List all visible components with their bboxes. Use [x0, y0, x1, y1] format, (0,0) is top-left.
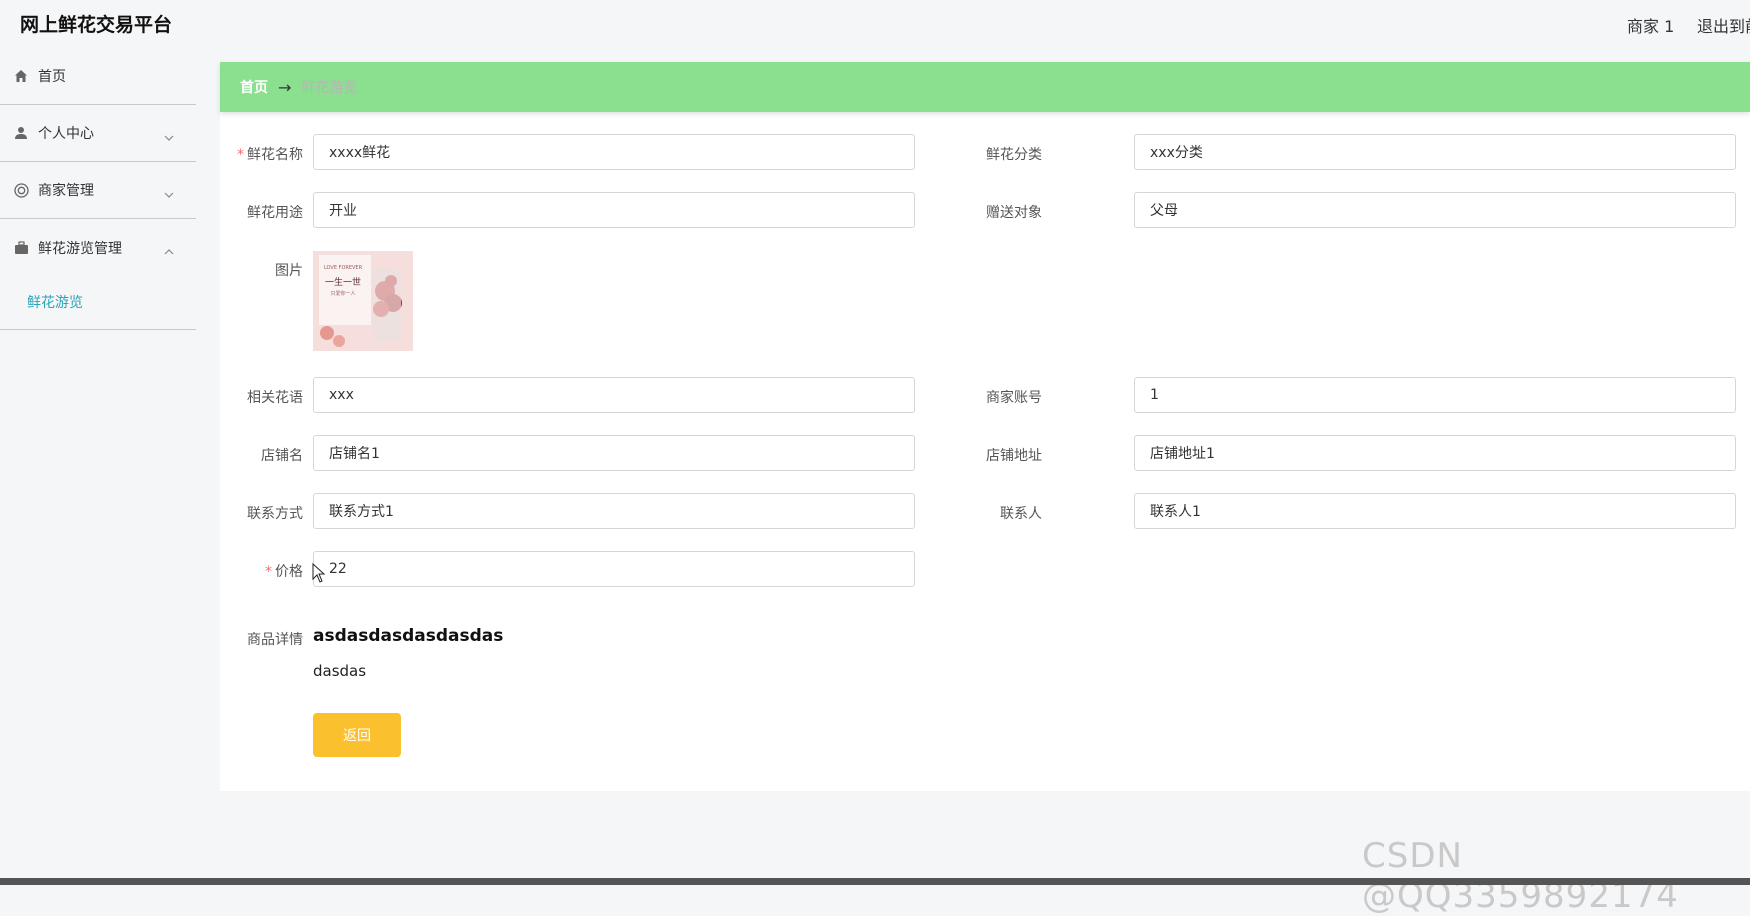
breadcrumb: 首页 → 鲜花游览	[220, 62, 1750, 112]
flower-category-field[interactable]: xxx分类	[1134, 134, 1736, 170]
flower-use-field[interactable]: 开业	[313, 192, 915, 228]
app-title: 网上鲜花交易平台	[20, 14, 173, 36]
mouse-cursor-icon	[312, 562, 326, 587]
chevron-down-icon	[164, 127, 174, 146]
required-mark: *	[265, 564, 272, 580]
chevron-down-icon	[164, 184, 174, 203]
details-body: dasdas	[313, 662, 367, 680]
breadcrumb-home[interactable]: 首页	[240, 77, 268, 97]
image-text-sub: 只爱你一人	[330, 290, 355, 297]
user-icon	[12, 124, 30, 142]
contact-field[interactable]: 联系方式1	[313, 493, 915, 529]
gift-target-field[interactable]: 父母	[1134, 192, 1736, 228]
merchant-account-field[interactable]: 1	[1134, 377, 1736, 413]
sidebar-item-label: 个人中心	[38, 126, 94, 142]
image-label: 图片	[275, 263, 303, 279]
bottom-bar	[0, 878, 1750, 885]
flower-image[interactable]: LOVE FOREVER 一生一世 只爱你一人	[313, 251, 413, 351]
sidebar: 首页 个人中心 商家管理 鲜花游览管理 鲜花游览	[0, 48, 196, 878]
merchant-account-label: 商家账号	[986, 390, 1042, 406]
sidebar-item-merchant-management[interactable]: 商家管理	[0, 162, 196, 219]
flower-use-label: 鲜花用途	[247, 205, 303, 221]
flower-language-field[interactable]: xxx	[313, 377, 915, 413]
shop-name-field[interactable]: 店铺名1	[313, 435, 915, 471]
details-heading: asdasdasdasdasdas	[313, 626, 504, 646]
flower-name-label: * 鲜花名称	[237, 147, 303, 163]
shop-name-label: 店铺名	[261, 448, 303, 464]
breadcrumb-current: 鲜花游览	[301, 80, 358, 96]
sidebar-item-label: 商家管理	[38, 183, 94, 199]
price-label: * 价格	[265, 564, 303, 580]
shop-address-label: 店铺地址	[986, 448, 1042, 464]
sidebar-item-label: 首页	[38, 69, 66, 85]
submenu-flower-browse: 鲜花游览	[0, 276, 196, 330]
watermark: CSDN @QQ3359892174	[1362, 836, 1679, 916]
sidebar-item-personal-center[interactable]: 个人中心	[0, 105, 196, 162]
required-mark: *	[237, 147, 244, 163]
briefcase-icon	[12, 239, 30, 257]
main-panel: 首页 → 鲜花游览 * 鲜花名称 xxxx鲜花 鲜花分类 xxx分类 鲜花用途 开…	[220, 62, 1750, 791]
store-icon	[12, 181, 30, 199]
back-button[interactable]: 返回	[313, 713, 401, 757]
contact-person-label: 联系人	[1000, 506, 1042, 522]
chevron-up-icon	[164, 241, 174, 260]
image-text-main: 一生一世	[325, 276, 361, 288]
sidebar-subitem-flower-browse[interactable]: 鲜花游览	[27, 292, 83, 312]
details-label: 商品详情	[247, 632, 303, 648]
price-field[interactable]: 22	[313, 551, 915, 587]
top-bar: 网上鲜花交易平台 商家 1 退出到前台	[0, 0, 1750, 48]
home-icon	[12, 67, 30, 85]
flower-name-field[interactable]: xxxx鲜花	[313, 134, 915, 170]
breadcrumb-separator: →	[278, 77, 292, 97]
sidebar-item-flower-browse-management[interactable]: 鲜花游览管理	[0, 219, 196, 276]
image-text-top: LOVE FOREVER	[324, 265, 363, 271]
flower-language-label: 相关花语	[247, 390, 303, 406]
user-name: 商家 1	[1627, 17, 1675, 36]
shop-address-field[interactable]: 店铺地址1	[1134, 435, 1736, 471]
sidebar-item-home[interactable]: 首页	[0, 48, 196, 105]
sidebar-item-label: 鲜花游览管理	[38, 240, 122, 257]
logout-link[interactable]: 退出到前台	[1697, 13, 1750, 37]
contact-person-field[interactable]: 联系人1	[1134, 493, 1736, 529]
gift-target-label: 赠送对象	[986, 205, 1042, 221]
contact-label: 联系方式	[247, 506, 303, 522]
flower-category-label: 鲜花分类	[986, 147, 1042, 163]
